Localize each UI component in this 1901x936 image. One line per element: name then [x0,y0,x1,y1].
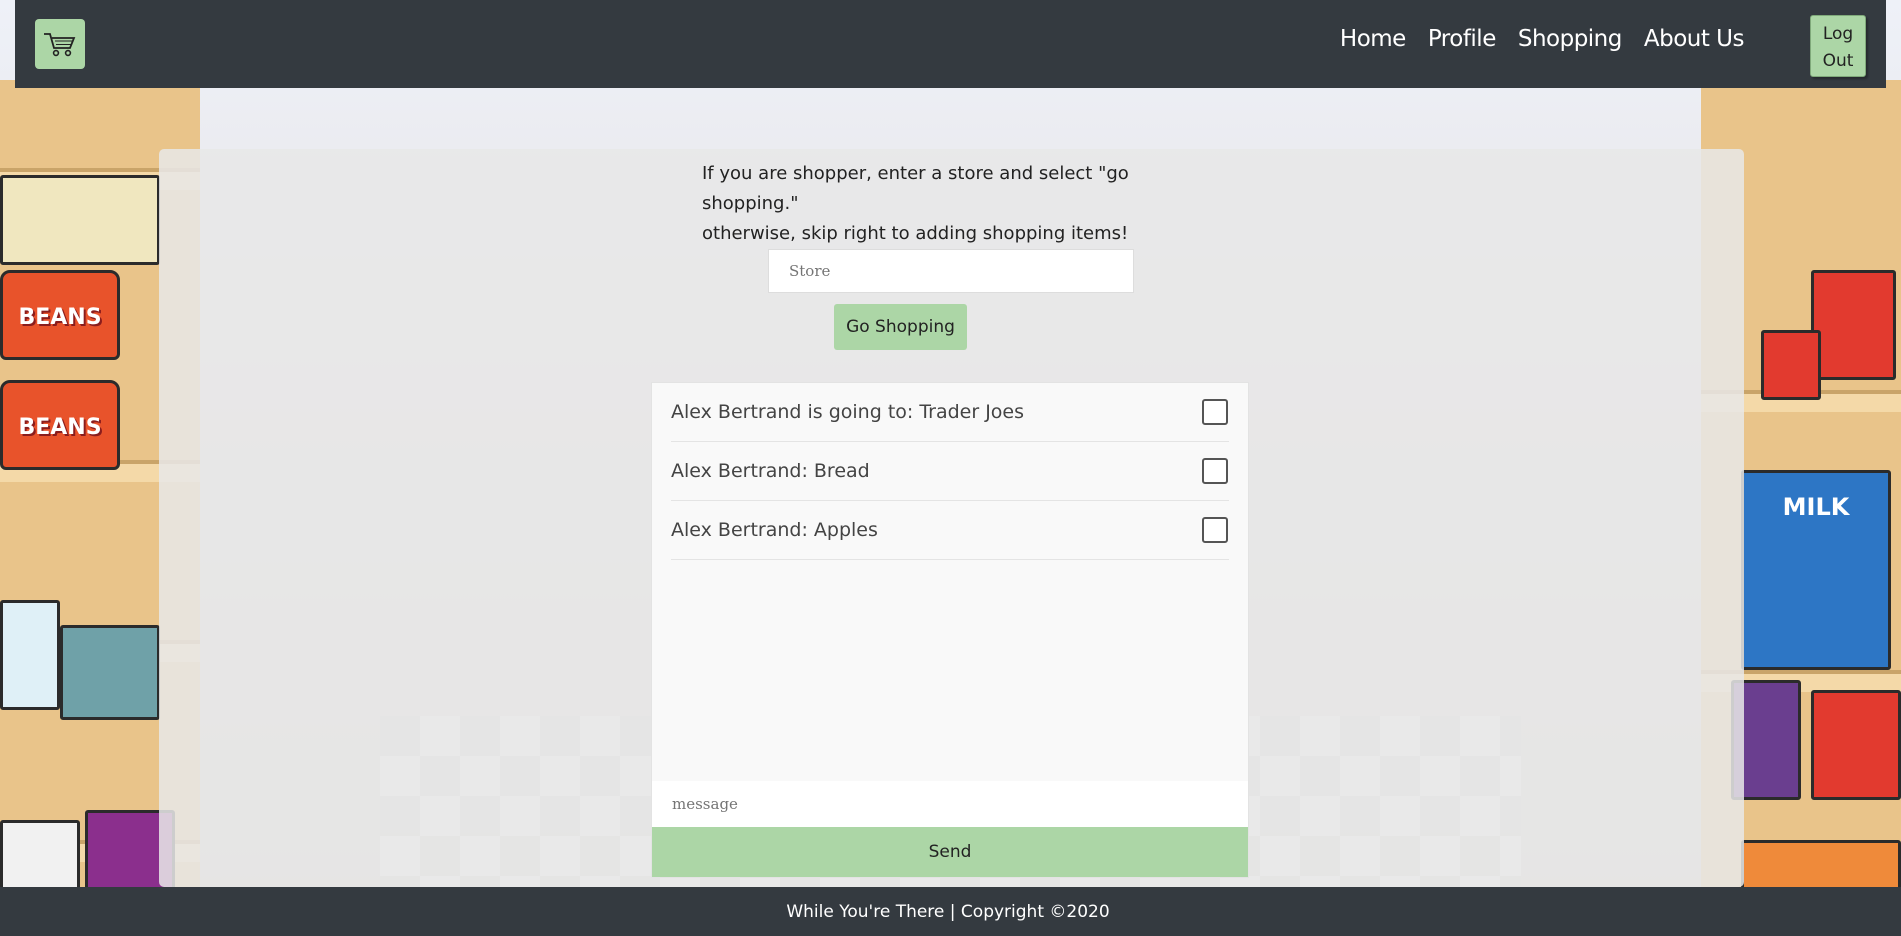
navbar: Home Profile Shopping About Us Log Out [15,0,1886,88]
brand-cart-button[interactable] [35,19,85,69]
milk-carton: MILK [1741,470,1891,670]
jar-row [0,175,160,265]
chat-item-text: Alex Bertrand: Apples [671,519,878,541]
beans-can: BEANS [0,270,120,360]
nav-links: Home Profile Shopping About Us [1340,26,1745,52]
cereal-box [1811,270,1896,380]
cereal-box [60,625,160,720]
chat-item-checkbox[interactable] [1202,399,1228,425]
store-input[interactable] [768,249,1134,293]
snack-bag [1811,690,1901,800]
bottle-pack [0,600,60,710]
go-shopping-button[interactable]: Go Shopping [834,304,967,350]
chat-item-checkbox[interactable] [1202,517,1228,543]
intro-text: If you are shopper, enter a store and se… [702,159,1222,249]
beans-can: BEANS [0,380,120,470]
cereal-box [1761,330,1821,400]
nav-link-about-us[interactable]: About Us [1644,26,1745,52]
footer: While You're There | Copyright ©2020 [0,887,1901,936]
chat-item: Alex Bertrand: Apples [671,501,1229,560]
chat-item: Alex Bertrand: Bread [671,442,1229,501]
chat-item: Alex Bertrand is going to: Trader Joes [671,383,1229,442]
nav-link-profile[interactable]: Profile [1428,26,1497,52]
send-button[interactable]: Send [652,827,1248,877]
chat-item-text: Alex Bertrand: Bread [671,460,870,482]
chat-box: Alex Bertrand is going to: Trader Joes A… [651,382,1249,878]
shopping-cart-icon [44,33,76,57]
chat-item-text: Alex Bertrand is going to: Trader Joes [671,401,1025,423]
chat-list: Alex Bertrand is going to: Trader Joes A… [652,383,1248,560]
chat-item-checkbox[interactable] [1202,458,1228,484]
logout-button[interactable]: Log Out [1810,15,1866,77]
message-input[interactable] [652,781,1248,827]
main-panel: If you are shopper, enter a store and se… [159,149,1744,887]
intro-line-2: otherwise, skip right to adding shopping… [702,223,1129,244]
intro-line-1: If you are shopper, enter a store and se… [702,163,1129,214]
nav-link-home[interactable]: Home [1340,26,1406,52]
nav-link-shopping[interactable]: Shopping [1518,26,1623,52]
footer-copyright: While You're There | Copyright ©2020 [786,901,1110,922]
